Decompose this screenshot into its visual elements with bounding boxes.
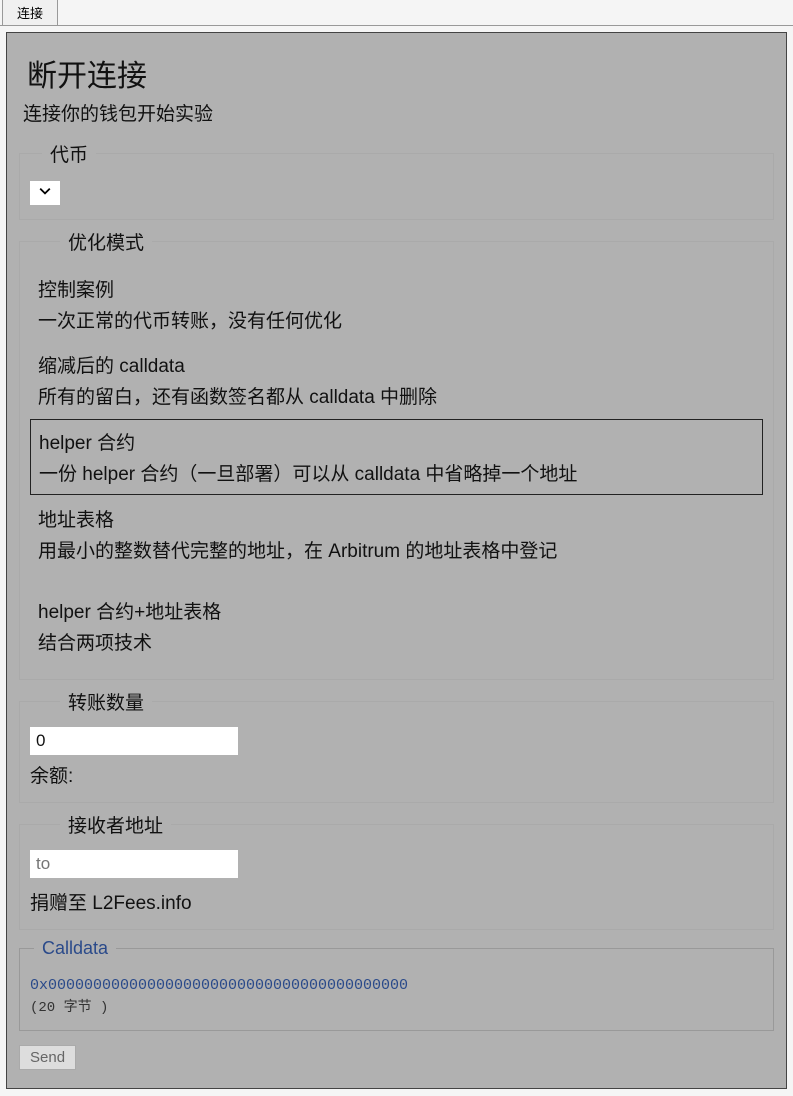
opt-item-helper-contract[interactable]: helper 合约 一份 helper 合约（一旦部署）可以从 calldata… — [30, 419, 763, 495]
amount-input[interactable] — [30, 727, 238, 755]
calldata-hex: 0x00000000000000000000000000000000000000… — [30, 977, 763, 994]
opt-title: 地址表格 — [38, 505, 755, 532]
opt-desc: 一次正常的代币转账，没有任何优化 — [38, 306, 755, 333]
opt-item-reduced-calldata[interactable]: 缩减后的 calldata 所有的留白，还有函数签名都从 calldata 中删… — [30, 343, 763, 417]
opt-title: helper 合约+地址表格 — [38, 597, 755, 624]
opt-desc: 结合两项技术 — [38, 628, 755, 655]
opt-item-helper-plus-table[interactable]: helper 合约+地址表格 结合两项技术 — [30, 589, 763, 663]
token-fieldset: 代币 — [19, 140, 774, 220]
subtitle: 连接你的钱包开始实验 — [19, 99, 774, 134]
chevron-down-icon — [39, 184, 51, 202]
optimization-mode-fieldset: 优化模式 控制案例 一次正常的代币转账，没有任何优化 缩减后的 calldata… — [19, 228, 774, 680]
calldata-fieldset: Calldata 0x00000000000000000000000000000… — [19, 938, 774, 1031]
opt-desc: 所有的留白，还有函数签名都从 calldata 中删除 — [38, 382, 755, 409]
amount-legend: 转账数量 — [60, 688, 152, 715]
send-button[interactable]: Send — [19, 1045, 76, 1070]
opt-mode-legend: 优化模式 — [60, 228, 152, 255]
opt-title: 控制案例 — [38, 275, 755, 302]
opt-title: helper 合约 — [39, 428, 754, 455]
opt-desc: 用最小的整数替代完整的地址，在 Arbitrum 的地址表格中登记 — [38, 536, 755, 563]
opt-item-address-table[interactable]: 地址表格 用最小的整数替代完整的地址，在 Arbitrum 的地址表格中登记 — [30, 497, 763, 571]
balance-label: 余额: — [30, 761, 763, 788]
opt-title: 缩减后的 calldata — [38, 351, 755, 378]
disconnect-title[interactable]: 断开连接 — [19, 41, 774, 99]
send-label: Send — [30, 1049, 65, 1066]
recipient-fieldset: 接收者地址 捐赠至 L2Fees.info — [19, 811, 774, 930]
recipient-input[interactable] — [30, 850, 238, 878]
recipient-legend: 接收者地址 — [60, 811, 171, 838]
tab-connect[interactable]: 连接 — [2, 0, 58, 25]
overlay-panel: 断开连接 连接你的钱包开始实验 代币 优化模式 控制案例 一次正常的代币转账，没… — [6, 32, 787, 1089]
token-select[interactable] — [30, 181, 60, 205]
calldata-bytes: (20 字节 ) — [30, 996, 763, 1016]
main-wrap: 断开连接 连接你的钱包开始实验 代币 优化模式 控制案例 一次正常的代币转账，没… — [0, 26, 793, 1095]
tab-label: 连接 — [17, 6, 43, 21]
tab-bar: 连接 — [0, 0, 793, 26]
amount-fieldset: 转账数量 余额: — [19, 688, 774, 803]
opt-item-control[interactable]: 控制案例 一次正常的代币转账，没有任何优化 — [30, 267, 763, 341]
token-legend: 代币 — [42, 140, 96, 167]
donate-link[interactable]: 捐赠至 L2Fees.info — [30, 888, 763, 915]
calldata-legend: Calldata — [34, 938, 116, 959]
opt-desc: 一份 helper 合约（一旦部署）可以从 calldata 中省略掉一个地址 — [39, 459, 754, 486]
